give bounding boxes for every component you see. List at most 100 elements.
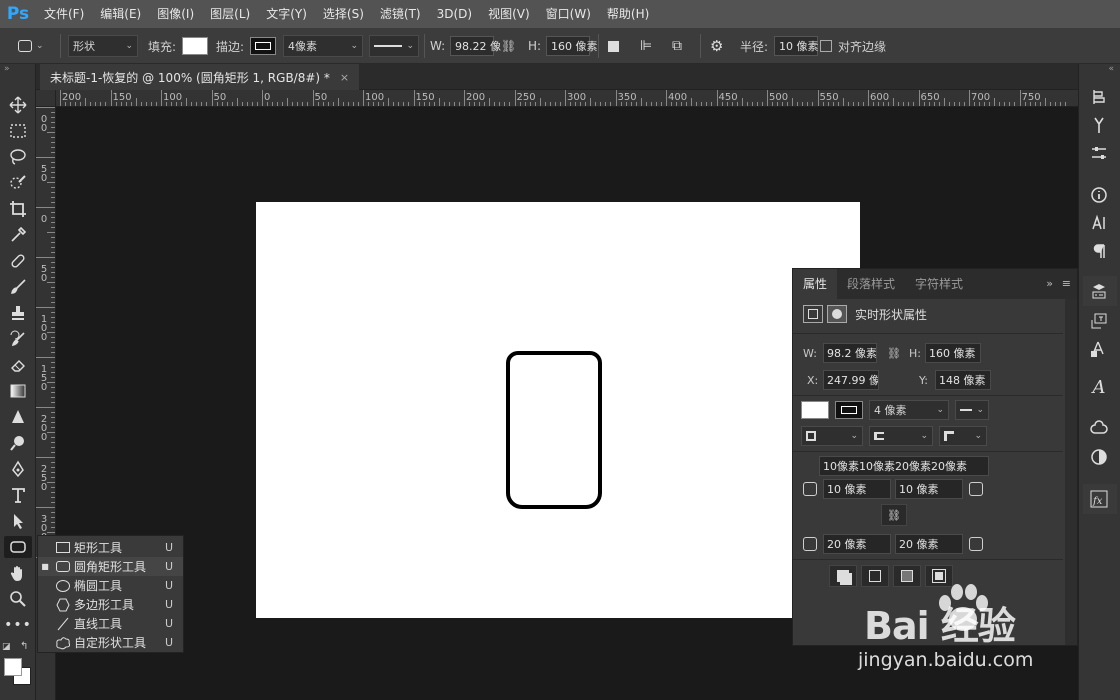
pen-tool[interactable] [4,458,32,480]
character-styles-button[interactable] [1087,338,1111,360]
link-icon[interactable]: ⛓ [887,347,901,360]
shape-height-input[interactable]: 160 像素 [924,343,981,363]
path-arrangement-button[interactable]: ⧉ [672,35,682,57]
brush-settings-button[interactable] [1087,114,1111,136]
menu-window[interactable]: 窗口(W) [538,0,599,28]
width-input[interactable]: 98.22 像 [450,36,501,56]
healing-brush-tool[interactable] [4,250,32,272]
menu-help[interactable]: 帮助(H) [599,0,657,28]
paragraph-styles-button[interactable] [1087,310,1111,332]
document-tab[interactable]: 未标题-1-恢复的 @ 100% (圆角矩形 1, RGB/8#) * × [40,64,360,90]
menu-filter[interactable]: 滤镜(T) [372,0,429,28]
character-panel-button[interactable] [1087,212,1111,234]
libraries-panel-button[interactable] [1087,418,1111,440]
ruler-origin[interactable] [36,90,56,107]
eraser-tool[interactable] [4,354,32,376]
stroke-corners-select[interactable]: ⌄ [939,426,987,446]
menu-type[interactable]: 文字(Y) [258,0,315,28]
flyout-item-rectangle[interactable]: 矩形工具 U [38,538,183,557]
type-tool[interactable] [4,484,32,506]
stroke-caps-select[interactable]: ⌄ [869,426,933,446]
hand-tool[interactable] [4,562,32,584]
mode-select[interactable]: 形状 ⌄ [68,35,138,57]
tab-properties[interactable]: 属性 [793,269,838,299]
transform-icon[interactable] [803,305,823,323]
path-operations-button[interactable] [608,35,619,57]
adjustments-panel-button[interactable] [1087,446,1111,468]
corner-radius-top-right[interactable]: 10 像素 [895,479,963,499]
menu-image[interactable]: 图像(I) [149,0,202,28]
menu-layer[interactable]: 图层(L) [202,0,258,28]
menu-select[interactable]: 选择(S) [315,0,372,28]
shape-stroke-type-select[interactable]: ⌄ [955,400,989,420]
properties-panel-button[interactable] [1087,280,1111,302]
flyout-item-rounded-rectangle[interactable]: ■ 圆角矩形工具 U [38,557,183,576]
horizontal-ruler[interactable]: 200 150 100 50 0 50 100 150 200 250 300 350 400 450 50… [56,90,1078,107]
quick-selection-tool[interactable] [4,172,32,194]
gradient-tool[interactable] [4,380,32,402]
shape-tool[interactable] [4,536,32,558]
paragraph-panel-button[interactable] [1087,240,1111,262]
flyout-item-line[interactable]: 直线工具 U [38,614,183,633]
history-panel-button[interactable] [1087,86,1111,108]
marquee-tool[interactable] [4,120,32,142]
clone-stamp-tool[interactable] [4,302,32,324]
shape-stroke-width-field[interactable]: 4 像素 ⌄ [869,400,949,420]
panel-menu-icon[interactable]: ≡ [1062,277,1071,290]
glyphs-panel-button[interactable]: A [1087,376,1111,398]
expand-panels-icon[interactable]: « [1108,64,1114,74]
default-colors-icon[interactable]: ◪ [2,642,11,652]
subtract-shapes-button[interactable] [861,565,889,587]
stroke-type-select[interactable]: ⌄ [369,35,419,57]
align-edges-checkbox[interactable] [820,40,832,52]
shape-width-input[interactable]: 98.2 像素 [823,343,877,363]
dodge-tool[interactable] [4,432,32,454]
menu-file[interactable]: 文件(F) [36,0,92,28]
mask-icon[interactable] [827,305,847,323]
menu-3d[interactable]: 3D(D) [429,0,480,28]
menu-edit[interactable]: 编辑(E) [92,0,149,28]
rounded-rectangle-shape[interactable] [506,351,602,509]
tab-paragraph-styles[interactable]: 段落样式 [837,269,905,299]
shape-x-input[interactable]: 247.99 像 [823,370,879,390]
exclude-shapes-button[interactable] [925,565,953,587]
crop-tool[interactable] [4,198,32,220]
shape-y-input[interactable]: 148 像素 [935,370,991,390]
height-input[interactable]: 160 像素 [546,36,598,56]
move-tool[interactable] [4,94,32,116]
styles-panel-button[interactable]: fx [1087,488,1111,510]
foreground-color-swatch[interactable] [4,658,22,676]
corner-radii-summary-input[interactable]: 10像素10像素20像素20像素 [819,456,989,476]
link-dimensions-button[interactable]: ⛓ [501,35,516,57]
path-selection-tool[interactable] [4,510,32,532]
intersect-shapes-button[interactable] [893,565,921,587]
corner-radius-bottom-right[interactable]: 20 像素 [895,534,963,554]
shape-fill-swatch[interactable] [801,401,829,419]
flyout-item-polygon[interactable]: 多边形工具 U [38,595,183,614]
swap-colors-icon[interactable]: ↰ [20,641,28,652]
eyedropper-tool[interactable] [4,224,32,246]
edit-toolbar-button[interactable]: ••• [4,614,32,636]
close-icon[interactable]: × [340,71,349,84]
combine-shapes-button[interactable] [829,565,857,587]
link-radii-button[interactable]: ⛓ [881,504,907,526]
properties-scrollbar[interactable] [1065,299,1077,645]
info-panel-button[interactable] [1087,184,1111,206]
stroke-swatch[interactable] [250,37,276,55]
stroke-width-field[interactable]: 4像素 ⌄ [283,35,363,57]
fill-swatch[interactable] [182,37,208,55]
blur-tool[interactable] [4,406,32,428]
settings-button[interactable]: ⚙ [710,35,723,57]
tab-character-styles[interactable]: 字符样式 [905,269,973,299]
shape-stroke-swatch[interactable] [835,401,863,419]
lasso-tool[interactable] [4,146,32,168]
flyout-item-custom-shape[interactable]: 自定形状工具 U [38,633,183,652]
history-brush-tool[interactable] [4,328,32,350]
corner-radius-bottom-left[interactable]: 20 像素 [823,534,891,554]
corner-radius-top-left[interactable]: 10 像素 [823,479,891,499]
path-alignment-button[interactable]: ⊫ [640,35,652,57]
adjustments-slider-button[interactable] [1087,142,1111,164]
menu-view[interactable]: 视图(V) [480,0,538,28]
more-tabs-icon[interactable]: » [1046,277,1053,290]
zoom-tool[interactable] [4,588,32,610]
